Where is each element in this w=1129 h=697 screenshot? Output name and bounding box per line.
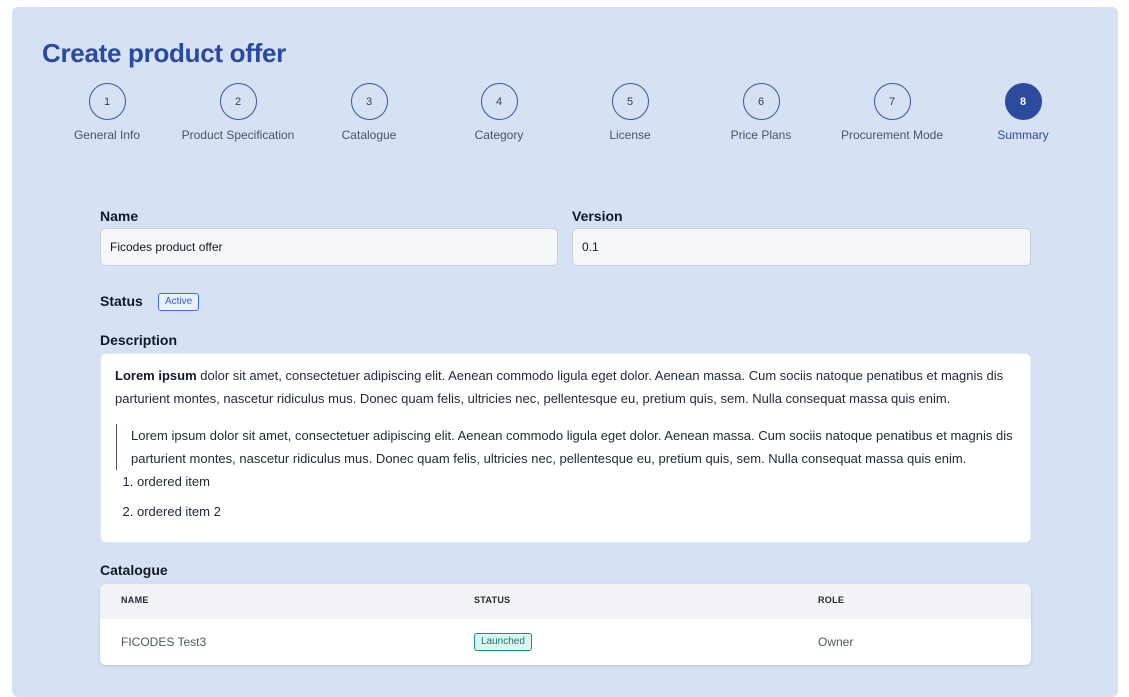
description-ordered-list: ordered item ordered item 2 <box>115 470 1016 523</box>
step-label: Summary <box>997 128 1049 142</box>
name-label: Name <box>100 208 139 224</box>
step-number: 5 <box>611 83 649 120</box>
step-label: License <box>609 128 651 142</box>
page-title: Create product offer <box>42 38 286 68</box>
step-number: 6 <box>742 83 780 120</box>
step-number: 2 <box>219 83 257 120</box>
step-label: Price Plans <box>730 128 792 142</box>
column-header-status: STATUS <box>474 595 511 605</box>
status-badge: Active <box>158 293 200 311</box>
table-header: NAME STATUS ROLE <box>100 584 1031 619</box>
catalogue-label: Catalogue <box>100 562 168 578</box>
catalogue-name-cell: FICODES Test3 <box>121 635 207 649</box>
description-content: Lorem ipsum dolor sit amet, consectetuer… <box>100 353 1031 543</box>
column-header-role: ROLE <box>818 595 845 605</box>
create-offer-panel: Create product offer 1 General Info 2 Pr… <box>12 7 1118 697</box>
list-item: ordered item 2 <box>137 500 1016 523</box>
column-header-name: NAME <box>121 595 149 605</box>
step-label: Catalogue <box>341 128 397 142</box>
description-paragraph: Lorem ipsum dolor sit amet, consectetuer… <box>115 364 1016 410</box>
catalogue-table: NAME STATUS ROLE FICODES Test3 Launched … <box>100 584 1031 665</box>
catalogue-status-badge: Launched <box>474 633 532 651</box>
step-number: 3 <box>350 83 388 120</box>
step-procurement-mode[interactable]: 7 Procurement Mode <box>827 83 957 142</box>
name-input[interactable] <box>100 228 558 266</box>
description-blockquote: Lorem ipsum dolor sit amet, consectetuer… <box>116 424 1016 470</box>
version-label: Version <box>572 208 623 224</box>
step-license[interactable]: 5 License <box>565 83 695 142</box>
status-label: Status <box>100 293 143 309</box>
step-catalogue[interactable]: 3 Catalogue <box>304 83 434 142</box>
table-row[interactable]: FICODES Test3 Launched Owner <box>100 619 1031 665</box>
step-product-specification[interactable]: 2 Product Specification <box>173 83 303 142</box>
description-text: dolor sit amet, consectetuer adipiscing … <box>115 368 1004 406</box>
step-label: Product Specification <box>181 128 295 142</box>
step-label: General Info <box>73 128 141 142</box>
step-number: 4 <box>480 83 518 120</box>
step-label: Category <box>474 128 524 142</box>
description-bold-text: Lorem ipsum <box>115 368 197 383</box>
step-number: 7 <box>873 83 911 120</box>
step-price-plans[interactable]: 6 Price Plans <box>696 83 826 142</box>
version-input[interactable] <box>572 228 1031 266</box>
catalogue-role-cell: Owner <box>818 635 854 649</box>
stepper: 1 General Info 2 Product Specification 3… <box>42 83 1088 153</box>
step-number: 8 <box>1004 83 1042 120</box>
step-general-info[interactable]: 1 General Info <box>42 83 172 142</box>
step-number: 1 <box>88 83 126 120</box>
step-summary[interactable]: 8 Summary <box>958 83 1088 142</box>
step-category[interactable]: 4 Category <box>434 83 564 142</box>
list-item: ordered item <box>137 470 1016 493</box>
description-label: Description <box>100 332 178 348</box>
step-label: Procurement Mode <box>840 128 944 142</box>
